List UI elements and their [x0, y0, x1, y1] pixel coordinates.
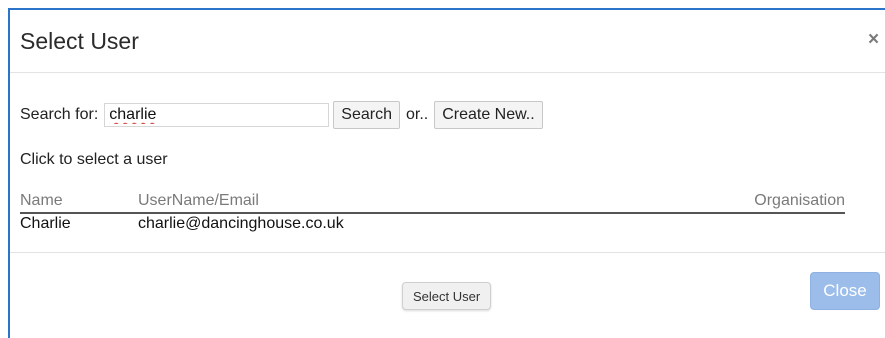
search-button[interactable]: Search	[333, 101, 400, 129]
create-new-button[interactable]: Create New..	[434, 101, 543, 129]
column-header-email: UserName/Email	[138, 192, 259, 209]
cell-email: charlie@dancinghouse.co.uk	[138, 215, 344, 232]
close-button[interactable]: Close	[810, 272, 880, 310]
select-user-dialog: Select User × Search for: Search or.. Cr…	[8, 8, 885, 338]
footer-divider	[10, 252, 885, 253]
search-input[interactable]	[104, 103, 330, 127]
cell-name: Charlie	[20, 215, 71, 232]
table-header: Name UserName/Email Organisation	[20, 192, 845, 214]
close-icon[interactable]: ×	[868, 30, 879, 49]
or-text: or..	[405, 106, 429, 123]
user-table: Name UserName/Email Organisation Charlie…	[20, 192, 845, 236]
column-header-name: Name	[20, 192, 63, 209]
dialog-title: Select User	[20, 28, 139, 54]
header-divider	[10, 72, 885, 73]
search-row: Search for: Search or.. Create New..	[20, 100, 543, 130]
table-row[interactable]: Charlie charlie@dancinghouse.co.uk	[20, 214, 845, 236]
select-user-button[interactable]: Select User	[402, 282, 492, 310]
column-header-organisation: Organisation	[754, 192, 845, 209]
select-hint: Click to select a user	[20, 151, 168, 168]
search-label: Search for:	[20, 106, 99, 123]
